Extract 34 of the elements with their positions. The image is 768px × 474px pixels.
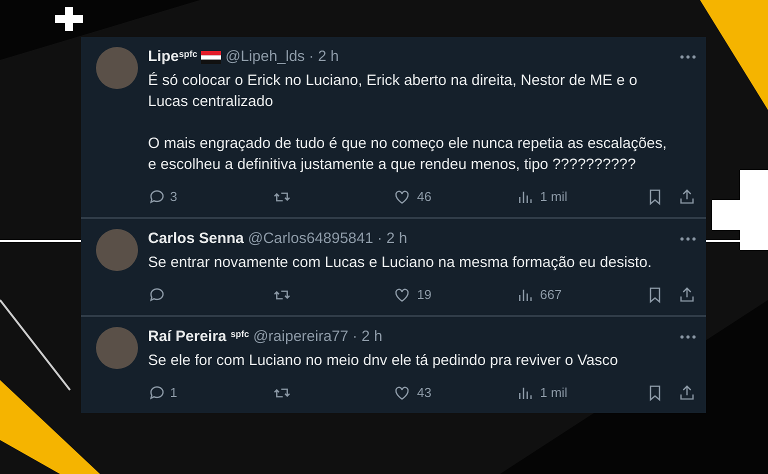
share-icon[interactable] [678, 286, 696, 304]
author-name[interactable]: Raí Pereira $^{spfc}$ [148, 327, 250, 347]
post-time: · 2 h [352, 327, 382, 347]
post-time: · 2 h [308, 47, 339, 67]
share-icon[interactable] [678, 188, 696, 206]
like-icon[interactable] [393, 188, 411, 206]
author-name[interactable]: Carlos Senna [148, 229, 244, 249]
like-count: 19 [417, 286, 432, 304]
like-icon[interactable] [393, 286, 411, 304]
more-options-icon[interactable] [680, 237, 696, 241]
reply-icon[interactable] [148, 188, 166, 206]
reply-count: 1 [170, 384, 178, 402]
view-count: 1 mil [540, 188, 568, 206]
post-time: · 2 h [377, 229, 408, 249]
like-count: 43 [417, 384, 432, 402]
view-count: 1 mil [540, 384, 568, 402]
more-options-icon[interactable] [680, 335, 696, 339]
reply-count: 3 [170, 188, 178, 206]
reply-icon[interactable] [148, 384, 166, 402]
author-name[interactable]: Lipe$^{spfc}$ [148, 47, 198, 67]
like-icon[interactable] [393, 384, 411, 402]
post-text: Se entrar novamente com Lucas e Luciano na mesma formação eu desisto. [148, 253, 653, 273]
share-icon[interactable] [678, 384, 696, 402]
like-count: 46 [417, 188, 432, 206]
reply-icon[interactable] [148, 286, 166, 304]
author-handle[interactable]: @Carlos64895841 [248, 229, 374, 249]
post-text: Se ele for com Luciano no meio dnv ele tá pedindo pra reviver o Vasco [148, 351, 619, 371]
author-handle[interactable]: @raipereira77 [253, 327, 348, 347]
post-text: O mais engraçado de tudo é que no começo ele nunca repetia as escalações, e escolheu a definitiva justamente a que rendeu menos, tipo ?????????? [148, 134, 668, 175]
author-handle[interactable]: @Lipeh_lds [225, 47, 305, 67]
more-options-icon[interactable] [680, 55, 696, 59]
plus-shape [55, 7, 83, 31]
post-text: É só colocar o Erick no Luciano, Erick aberto na direita, Nestor de ME e o Lucas centralizado [148, 71, 638, 112]
view-count: 667 [540, 286, 562, 304]
